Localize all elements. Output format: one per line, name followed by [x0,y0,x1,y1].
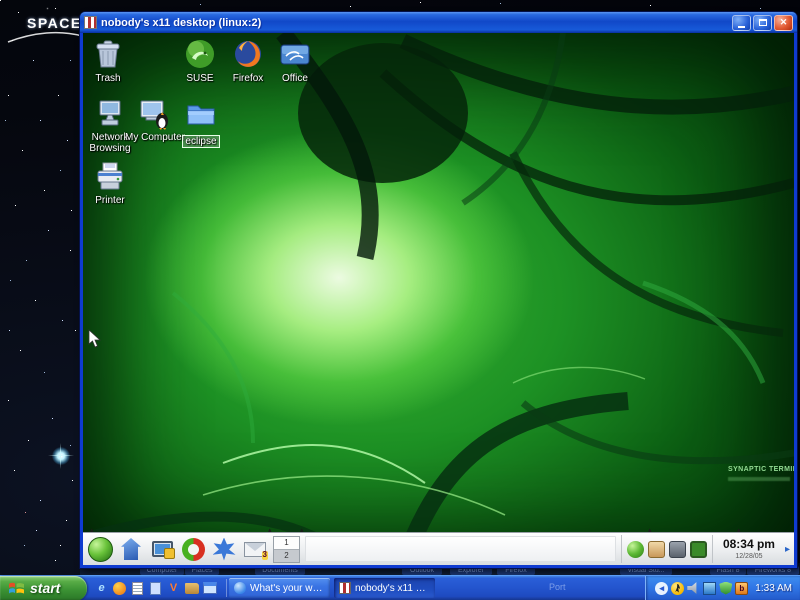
home-icon [121,538,141,560]
desktop-icon-office[interactable]: Office [263,38,327,84]
vnc-app-icon [84,16,97,29]
document-icon[interactable] [148,581,163,596]
hide-icons-chevron[interactable]: ◂ [655,582,668,595]
mouse-cursor [88,329,102,349]
network-icon[interactable] [703,582,716,595]
paint-launcher[interactable] [211,536,237,562]
window-title: nobody's x11 desktop (linux:2) [101,17,728,29]
kde-taskbar-empty[interactable] [305,536,616,562]
mail-icon [244,542,266,557]
update-icon [182,538,205,561]
security-shield-icon[interactable] [719,582,732,595]
vnc-titlebar[interactable]: nobody's x11 desktop (linux:2) ✕ [80,12,797,33]
folder-icon[interactable] [184,581,199,596]
kde-menu-button[interactable] [87,536,113,562]
vnc-task-icon [339,582,351,594]
trash-icon [91,38,125,72]
kde-panel: 1 2 08:34 pm 12/28/05 ▸ [83,532,794,565]
clipboard-icon[interactable] [648,541,665,558]
media-player-icon[interactable]: V [166,581,181,596]
network-icon [93,97,127,131]
explorer-window-icon[interactable] [202,581,217,596]
windows-flag-icon [8,580,25,596]
icon-label: eclipse [183,136,218,147]
close-button[interactable]: ✕ [774,15,793,31]
task-label: nobody's x11 deskto... [355,583,430,594]
remote-desktop[interactable]: Trash SUSE Firefox [83,33,794,565]
mail-launcher[interactable] [242,536,268,562]
wallpaper-brand-text: SYNAPTIC TERMINAL ™ [728,466,794,473]
printer-icon [93,160,127,194]
home-launcher[interactable] [118,536,144,562]
clock-time: 08:34 pm [723,538,775,550]
minimize-button[interactable] [732,15,751,31]
folder-icon [184,97,218,131]
paint-icon [213,538,236,561]
wallpaper-brand-subtext [728,477,790,481]
firefox-icon [231,38,265,72]
faint-port-text: Port [549,582,566,592]
maximize-button[interactable] [753,15,772,31]
notepad-icon[interactable] [130,581,145,596]
desktop-icon-trash[interactable]: Trash [83,38,140,84]
aim-icon[interactable] [671,582,684,595]
start-label: start [30,580,60,596]
clock-date: 12/28/05 [723,553,775,560]
task-label: What's your wall pap... [250,583,325,594]
internet-explorer-icon[interactable]: e [94,581,109,596]
suse-watcher-icon[interactable] [627,541,644,558]
start-button[interactable]: start [0,576,87,600]
desktop-icon-printer[interactable]: Printer [83,160,142,206]
battery-icon[interactable]: b [735,582,748,595]
taskbar-divider [226,579,227,597]
desktop-icon-eclipse[interactable]: eclipse [169,97,233,149]
office-icon [278,38,312,72]
vnc-window: nobody's x11 desktop (linux:2) ✕ [80,12,797,568]
kde-system-tray [621,535,713,563]
my-computer-icon [138,97,172,131]
quick-launch-bar: e V [87,581,224,596]
icon-label: Printer [83,195,142,206]
screen: SPACE Computer Places Documents Outlook … [0,0,800,600]
online-update-launcher[interactable] [180,536,206,562]
taskbar-clock[interactable]: 1:33 AM [755,583,792,594]
taskbar-button-browser[interactable]: What's your wall pap... [229,578,330,598]
icon-label: Trash [83,73,140,84]
system-tray: ◂ b 1:33 AM [645,576,800,600]
display-settings-launcher[interactable] [149,536,175,562]
screen-icon[interactable] [690,541,707,558]
panel-expand-arrow[interactable]: ▸ [785,544,790,555]
volume-icon[interactable] [687,582,700,595]
pager-desktop-2[interactable]: 2 [274,549,299,562]
logo-swoosh [6,26,84,46]
desktop-pager: 1 2 [273,536,300,563]
kde-clock[interactable]: 08:34 pm 12/28/05 [718,538,780,560]
display-icon [152,541,173,557]
bright-star [52,447,70,465]
windows-taskbar: start e V What's your wall pap... nobody… [0,575,800,600]
icon-label: Office [263,73,327,84]
browser-task-icon [234,582,246,594]
taskbar-button-vnc[interactable]: nobody's x11 deskto... [334,578,435,598]
suse-menu-icon [88,537,113,562]
suse-icon [183,38,217,72]
messenger-icon[interactable] [112,581,127,596]
mixer-icon[interactable] [669,541,686,558]
pager-desktop-1[interactable]: 1 [274,537,299,549]
